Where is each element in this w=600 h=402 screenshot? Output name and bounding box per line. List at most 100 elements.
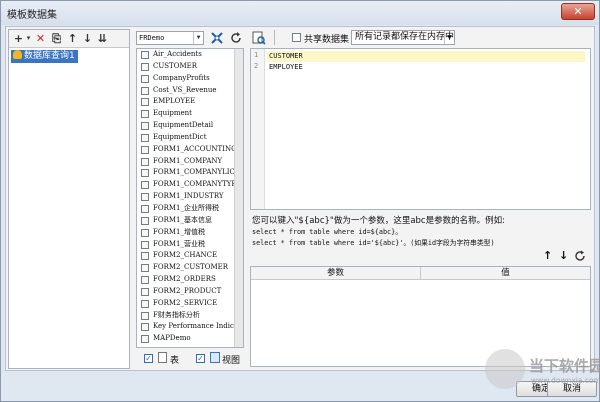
- table-list-item[interactable]: Air_Accidents: [137, 49, 243, 61]
- table-list-item[interactable]: FORM2_ORDERS: [137, 274, 243, 286]
- copy-icon[interactable]: ⎘: [49, 31, 64, 46]
- table-list-item[interactable]: FORM1_COMPANY: [137, 156, 243, 168]
- table-item-checkbox[interactable]: [141, 74, 149, 83]
- table-item-label: FORM2_CUSTOMER: [153, 263, 228, 272]
- table-item-label: Cost_VS_Revenue: [153, 85, 217, 94]
- table-item-label: CUSTOMER: [153, 61, 198, 70]
- table-list-item[interactable]: FORM2_PRODUCT: [137, 286, 243, 298]
- table-item-label: FORM1_INDUSTRY: [153, 192, 224, 201]
- tree-item-label: 数据库查询1: [24, 51, 75, 61]
- table-item-checkbox[interactable]: [141, 62, 149, 71]
- table-list-item[interactable]: FORM1_营业税: [137, 239, 243, 251]
- sql-editor[interactable]: 1 2 CUSTOMER EMPLOYEE: [250, 48, 591, 210]
- table-list-item[interactable]: EMPLOYEE: [137, 96, 243, 108]
- line-number: 1: [254, 51, 259, 59]
- dataset-tree-panel: + ▾ ✕ ⎘ ↑ ↓ ⇊ 数据库查询1: [8, 29, 130, 369]
- table-list-item[interactable]: CompanyProfits: [137, 73, 243, 85]
- table-item-checkbox[interactable]: [141, 264, 149, 273]
- move-down-icon[interactable]: ↓: [80, 31, 95, 46]
- show-views-checkbox[interactable]: ✓: [196, 354, 205, 363]
- table-list-toolbar: FRDemo ▼: [134, 29, 246, 47]
- table-list-item[interactable]: Cost_VS_Revenue: [137, 85, 243, 97]
- table-list-item[interactable]: EquipmentDetail: [137, 120, 243, 132]
- table-list-item[interactable]: FORM1_基本信息: [137, 215, 243, 227]
- table-list-item[interactable]: FORM2_CUSTOMER: [137, 262, 243, 274]
- column-header-parameter[interactable]: 参数: [251, 267, 421, 279]
- table-list-item[interactable]: F财务指标分析: [137, 310, 243, 322]
- parameter-toolbar: ↑ ↓: [541, 249, 589, 263]
- table-item-label: FORM1_增值税: [153, 227, 205, 236]
- table-item-label: EMPLOYEE: [153, 97, 196, 106]
- code-line[interactable]: CUSTOMER: [267, 51, 585, 62]
- table-list-scrollbar[interactable]: [234, 49, 243, 347]
- move-up-icon[interactable]: ↑: [543, 249, 552, 262]
- delete-icon[interactable]: ✕: [33, 31, 48, 46]
- sort-icon[interactable]: ⇊: [95, 31, 110, 46]
- table-item-checkbox[interactable]: [141, 145, 149, 154]
- table-list-item[interactable]: Equipment: [137, 108, 243, 120]
- table-item-checkbox[interactable]: [141, 51, 149, 59]
- table-list-item[interactable]: FORM1_COMPANYLICENSE: [137, 167, 243, 179]
- table-item-checkbox[interactable]: [141, 86, 149, 95]
- table-list-panel: FRDemo ▼ Air_Accidents CUSTOMER CompanyPro…: [134, 29, 246, 369]
- table-list-item[interactable]: FORM1_INDUSTRY: [137, 191, 243, 203]
- table-list-item[interactable]: MAPDemo: [137, 333, 243, 345]
- table-list-item[interactable]: CUSTOMER: [137, 61, 243, 73]
- table-list-item[interactable]: FORM1_COMPANYTYPE: [137, 179, 243, 191]
- table-item-checkbox[interactable]: [141, 311, 149, 320]
- connection-select[interactable]: FRDemo ▼: [136, 31, 204, 45]
- table-list-item[interactable]: FORM2_CHANCE: [137, 250, 243, 262]
- move-up-icon[interactable]: ↑: [65, 31, 80, 46]
- table-item-checkbox[interactable]: [141, 169, 149, 178]
- table-item-label: FORM2_SERVICE: [153, 298, 218, 307]
- table-item-checkbox[interactable]: [141, 228, 149, 237]
- sql-editor-panel: 共享数据集 所有记录都保存在内存中 ▼ 1 2 CUSTOMER EMPLOYE…: [248, 29, 593, 369]
- move-down-icon[interactable]: ↓: [559, 249, 568, 262]
- table-item-label: FORM2_PRODUCT: [153, 286, 222, 295]
- title-bar: 模板数据集 ✕: [1, 1, 599, 25]
- connection-select-value: FRDemo: [139, 34, 165, 42]
- table-item-checkbox[interactable]: [141, 287, 149, 296]
- table-list-item[interactable]: FORM2_SERVICE: [137, 298, 243, 310]
- table-icon: [158, 352, 167, 363]
- line-number: 2: [254, 62, 259, 70]
- table-item-checkbox[interactable]: [141, 216, 149, 225]
- refresh-icon[interactable]: [229, 31, 243, 45]
- table-list-item[interactable]: FORM1_增值税: [137, 227, 243, 239]
- table-item-checkbox[interactable]: [141, 323, 149, 332]
- table-item-checkbox[interactable]: [141, 299, 149, 308]
- table-item-checkbox[interactable]: [141, 252, 149, 261]
- column-header-value[interactable]: 值: [421, 267, 590, 279]
- table-list-item[interactable]: EquipmentDict: [137, 132, 243, 144]
- table-list-item[interactable]: FORM1_企业所得税: [137, 203, 243, 215]
- window-title: 模板数据集: [7, 10, 57, 21]
- table-item-checkbox[interactable]: [141, 122, 149, 131]
- watermark-url: www.downxia.com: [531, 376, 600, 385]
- table-item-checkbox[interactable]: [141, 276, 149, 285]
- code-line[interactable]: EMPLOYEE: [267, 62, 585, 73]
- table-item-label: EquipmentDetail: [153, 121, 214, 130]
- table-item-checkbox[interactable]: [141, 133, 149, 142]
- share-dataset-checkbox[interactable]: [292, 33, 301, 42]
- cache-mode-select[interactable]: 所有记录都保存在内存中 ▼: [351, 30, 455, 45]
- table-list-item[interactable]: Key Performance Indicators: [137, 321, 243, 333]
- close-button[interactable]: ✕: [561, 3, 595, 20]
- table-item-checkbox[interactable]: [141, 335, 149, 344]
- table-item-checkbox[interactable]: [141, 193, 149, 202]
- preview-icon[interactable]: [252, 31, 266, 45]
- table-item-label: FORM1_COMPANYTYPE: [153, 180, 242, 189]
- table-item-checkbox[interactable]: [141, 181, 149, 190]
- watermark: 当下软件园 www.downxia.com: [485, 349, 600, 393]
- table-item-checkbox[interactable]: [141, 98, 149, 107]
- table-item-checkbox[interactable]: [141, 240, 149, 249]
- table-item-checkbox[interactable]: [141, 110, 149, 119]
- table-item-label: FORM2_ORDERS: [153, 275, 216, 284]
- connection-settings-icon[interactable]: [210, 31, 224, 45]
- refresh-icon[interactable]: [574, 250, 586, 262]
- show-tables-checkbox[interactable]: ✓: [144, 354, 153, 363]
- tree-item-db-query[interactable]: 数据库查询1: [11, 50, 78, 63]
- table-item-label: FORM1_COMPANYLICENSE: [153, 168, 243, 177]
- table-item-checkbox[interactable]: [141, 204, 149, 213]
- table-item-checkbox[interactable]: [141, 157, 149, 166]
- table-list-item[interactable]: FORM1_ACCOUNTINGSYSTEM: [137, 144, 243, 156]
